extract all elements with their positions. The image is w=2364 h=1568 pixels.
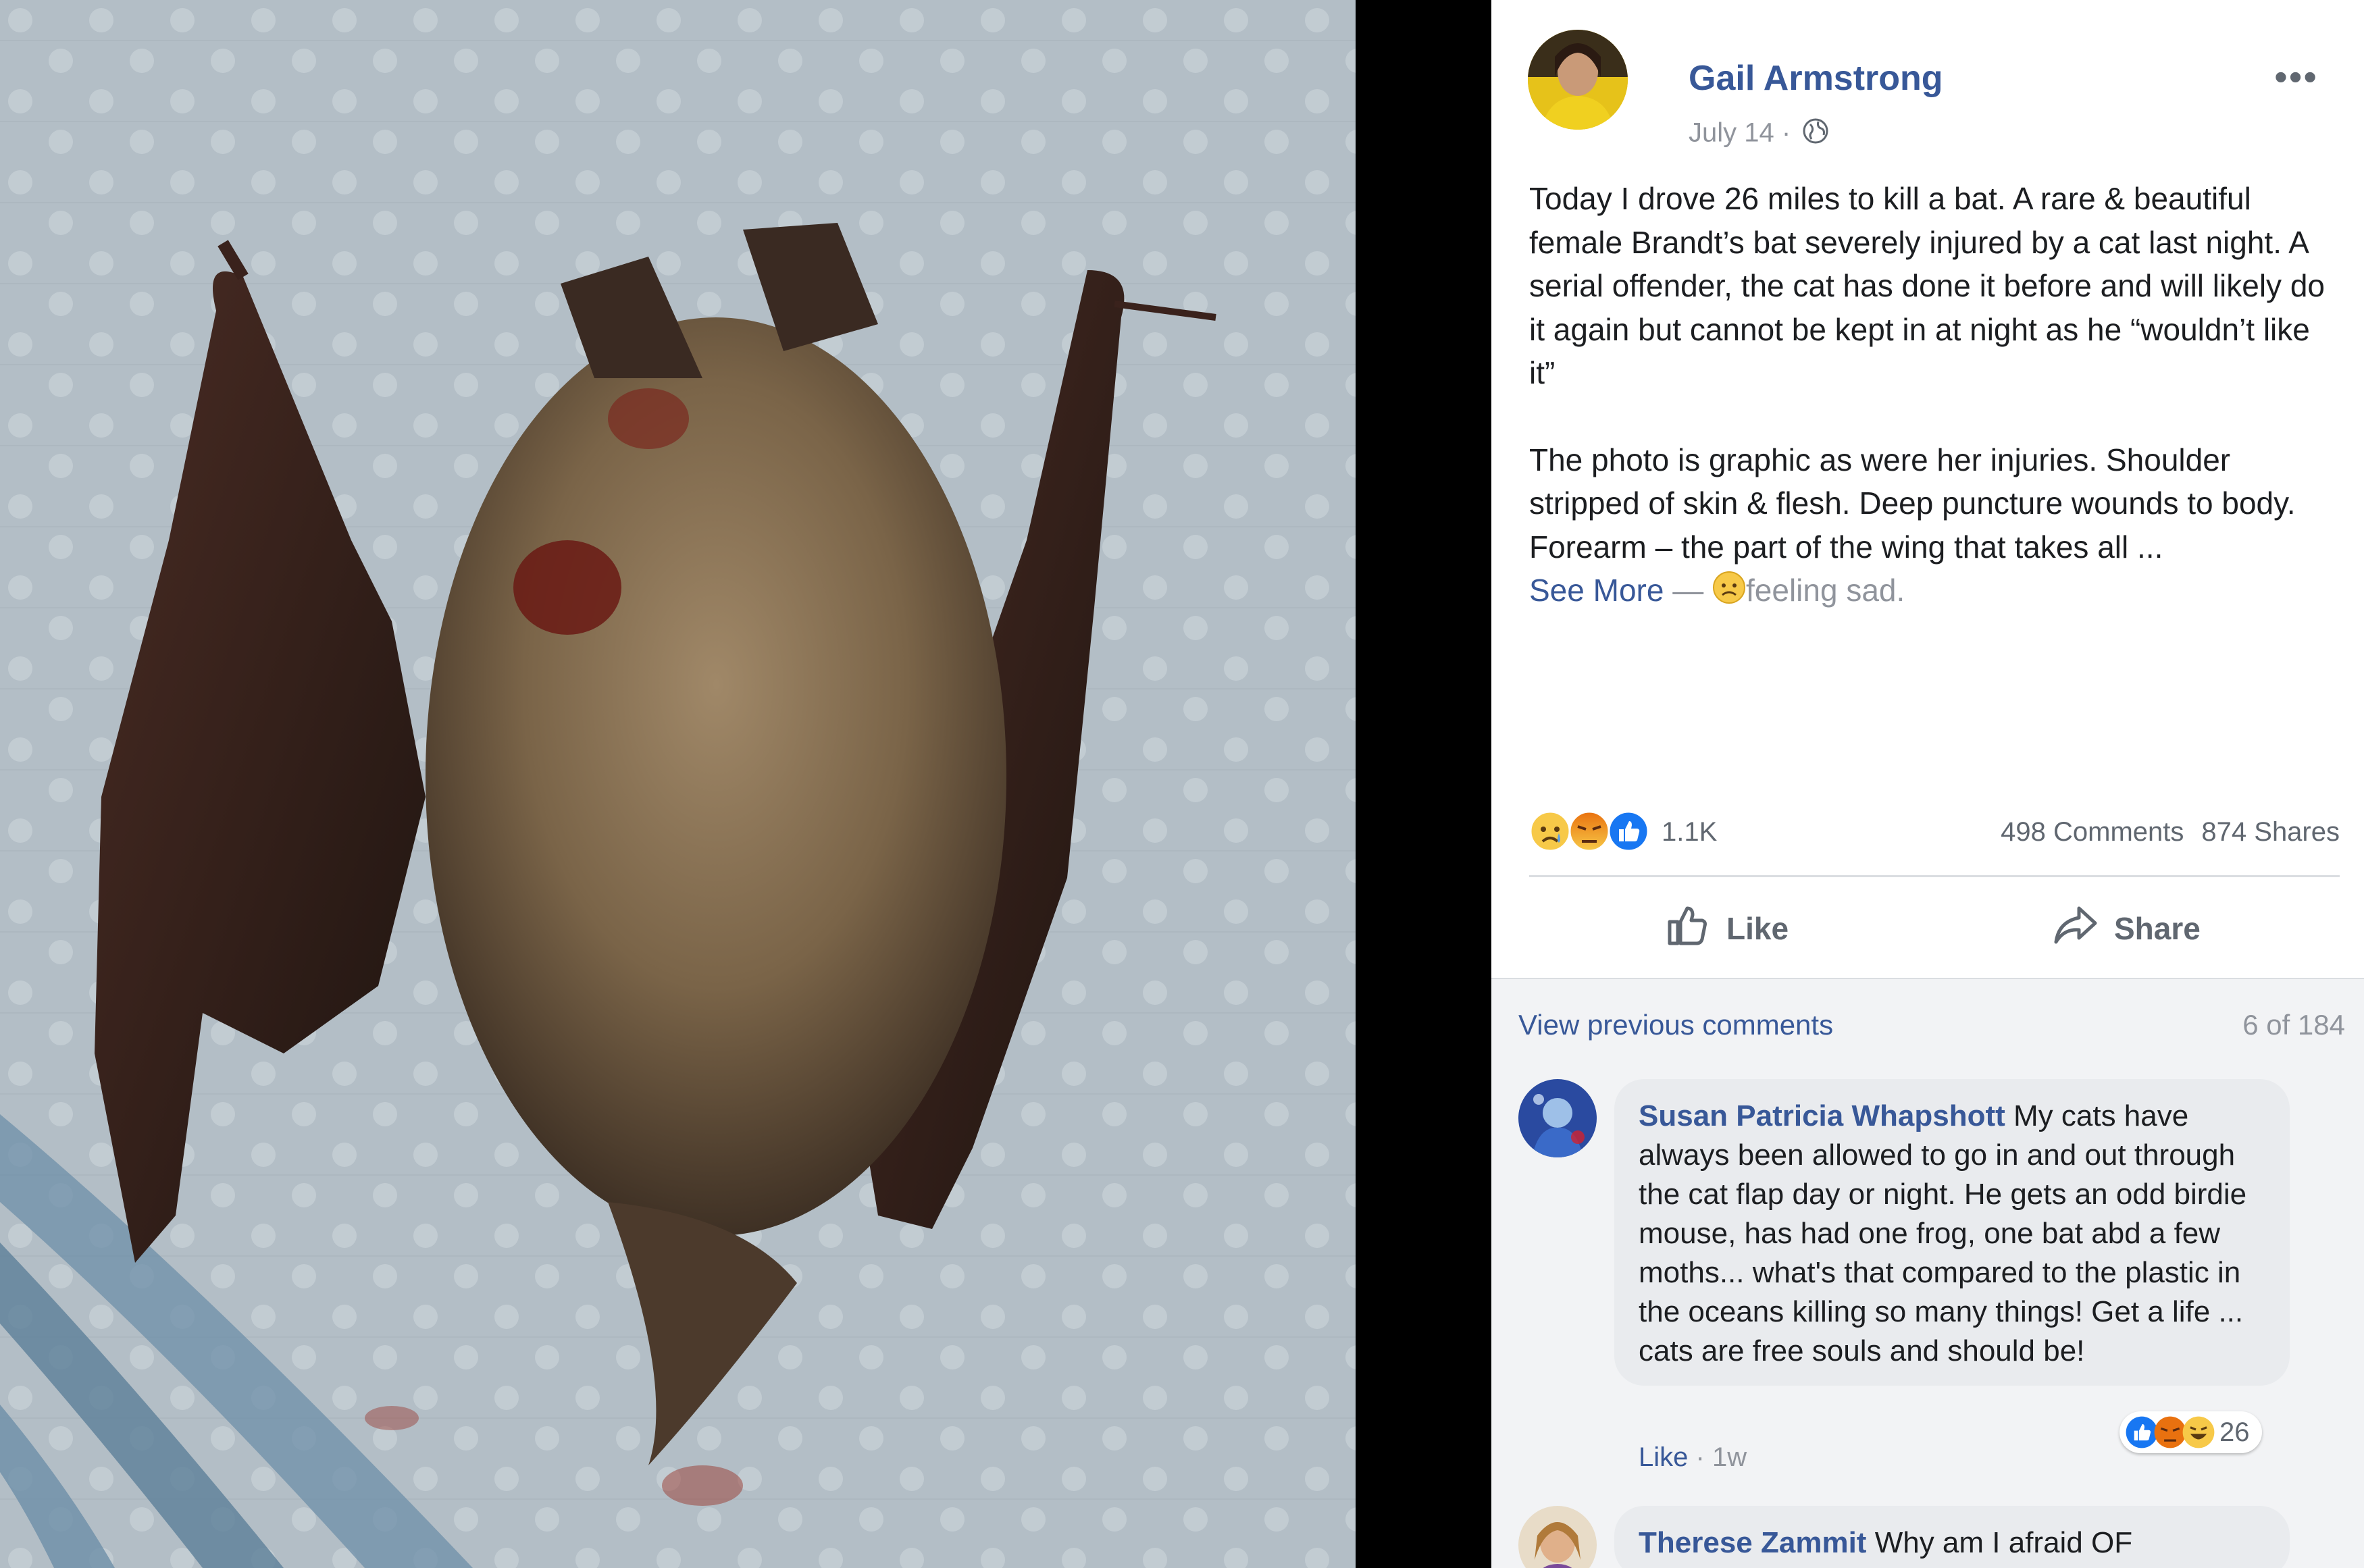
comment-footer-sep: · [1695,1442,1705,1472]
post-text: Today I drove 26 miles to kill a bat. A … [1529,177,2340,615]
like-label: Like [1726,911,1789,946]
globe-icon [1802,117,1829,151]
post-paragraph-2: The photo is graphic as were her injurie… [1529,438,2340,616]
post-paragraph-1: Today I drove 26 miles to kill a bat. A … [1529,181,2325,390]
stats-divider [1529,875,2340,877]
comments-count[interactable]: 498 Comments [2001,817,2184,847]
post-meta: July 14 · [1689,117,1829,151]
comment-time[interactable]: 1w [1712,1442,1747,1472]
shares-count[interactable]: 874 Shares [2201,817,2340,847]
more-options-button[interactable]: ••• [2274,58,2318,96]
post-photo[interactable] [0,0,1356,1568]
post-date[interactable]: July 14 [1689,118,1774,148]
comment-bubble: Susan Patricia Whapshott My cats have al… [1614,1079,2290,1386]
sad-reaction-icon [1529,810,1571,856]
commenter-avatar[interactable] [1518,1079,1597,1157]
like-reaction-icon [1608,810,1649,856]
post-paragraph-2-text: The photo is graphic as were her injurie… [1529,442,2296,565]
comments-section: View previous comments 6 of 184 Susan Pa… [1491,979,2364,1568]
commenter-name[interactable]: Therese Zammit [1639,1526,1866,1559]
like-button[interactable]: Like [1664,891,1789,966]
comment-like-link[interactable]: Like [1639,1442,1688,1472]
meta-separator: · [1781,117,1791,148]
avatar-image [1528,30,1628,130]
comments-shares: 498 Comments 874 Shares [2001,817,2340,847]
post-header: Gail Armstrong July 14 · ••• [1528,30,2338,148]
feeling-text: feeling sad. [1746,573,1905,608]
view-previous-comments-link[interactable]: View previous comments [1518,1009,1833,1041]
bat-photo-illustration [0,0,1356,1568]
angry-reaction-icon [1568,810,1610,856]
see-more-link[interactable]: See More [1529,573,1664,608]
comment-bubble: Therese Zammit Why am I afraid OF [1614,1506,2290,1568]
author-avatar[interactable] [1528,30,1628,130]
comment-footer: Like · 1w [1639,1442,1747,1473]
comment-reaction-count: 26 [2219,1417,2250,1447]
comments-pagination: 6 of 184 [2242,1009,2345,1041]
reaction-count[interactable]: 1.1K [1662,817,1717,847]
post-actions: Like Share [1529,891,2340,966]
haha-reaction-icon [2182,1416,2215,1448]
facebook-photo-viewer: Gail Armstrong July 14 · ••• Today I dro… [0,0,2364,1568]
share-button[interactable]: Share [2052,891,2201,966]
comment-reactions[interactable]: 26 [2119,1411,2262,1453]
post-panel: Gail Armstrong July 14 · ••• Today I dro… [1491,0,2364,1568]
comment-text: Why am I afraid OF [1874,1526,2133,1559]
sad-face-icon [1712,571,1746,616]
commenter-avatar[interactable] [1518,1506,1597,1568]
share-label: Share [2114,911,2201,946]
author-name[interactable]: Gail Armstrong [1689,58,1943,99]
thumbs-up-icon [1664,901,1712,956]
share-arrow-icon [2052,901,2099,956]
comment-text: My cats have always been allowed to go i… [1639,1099,2247,1367]
feeling-dash: — [1672,573,1704,608]
post-stats: 1.1K 498 Comments 874 Shares [1529,806,2340,860]
commenter-name[interactable]: Susan Patricia Whapshott [1639,1099,2005,1132]
